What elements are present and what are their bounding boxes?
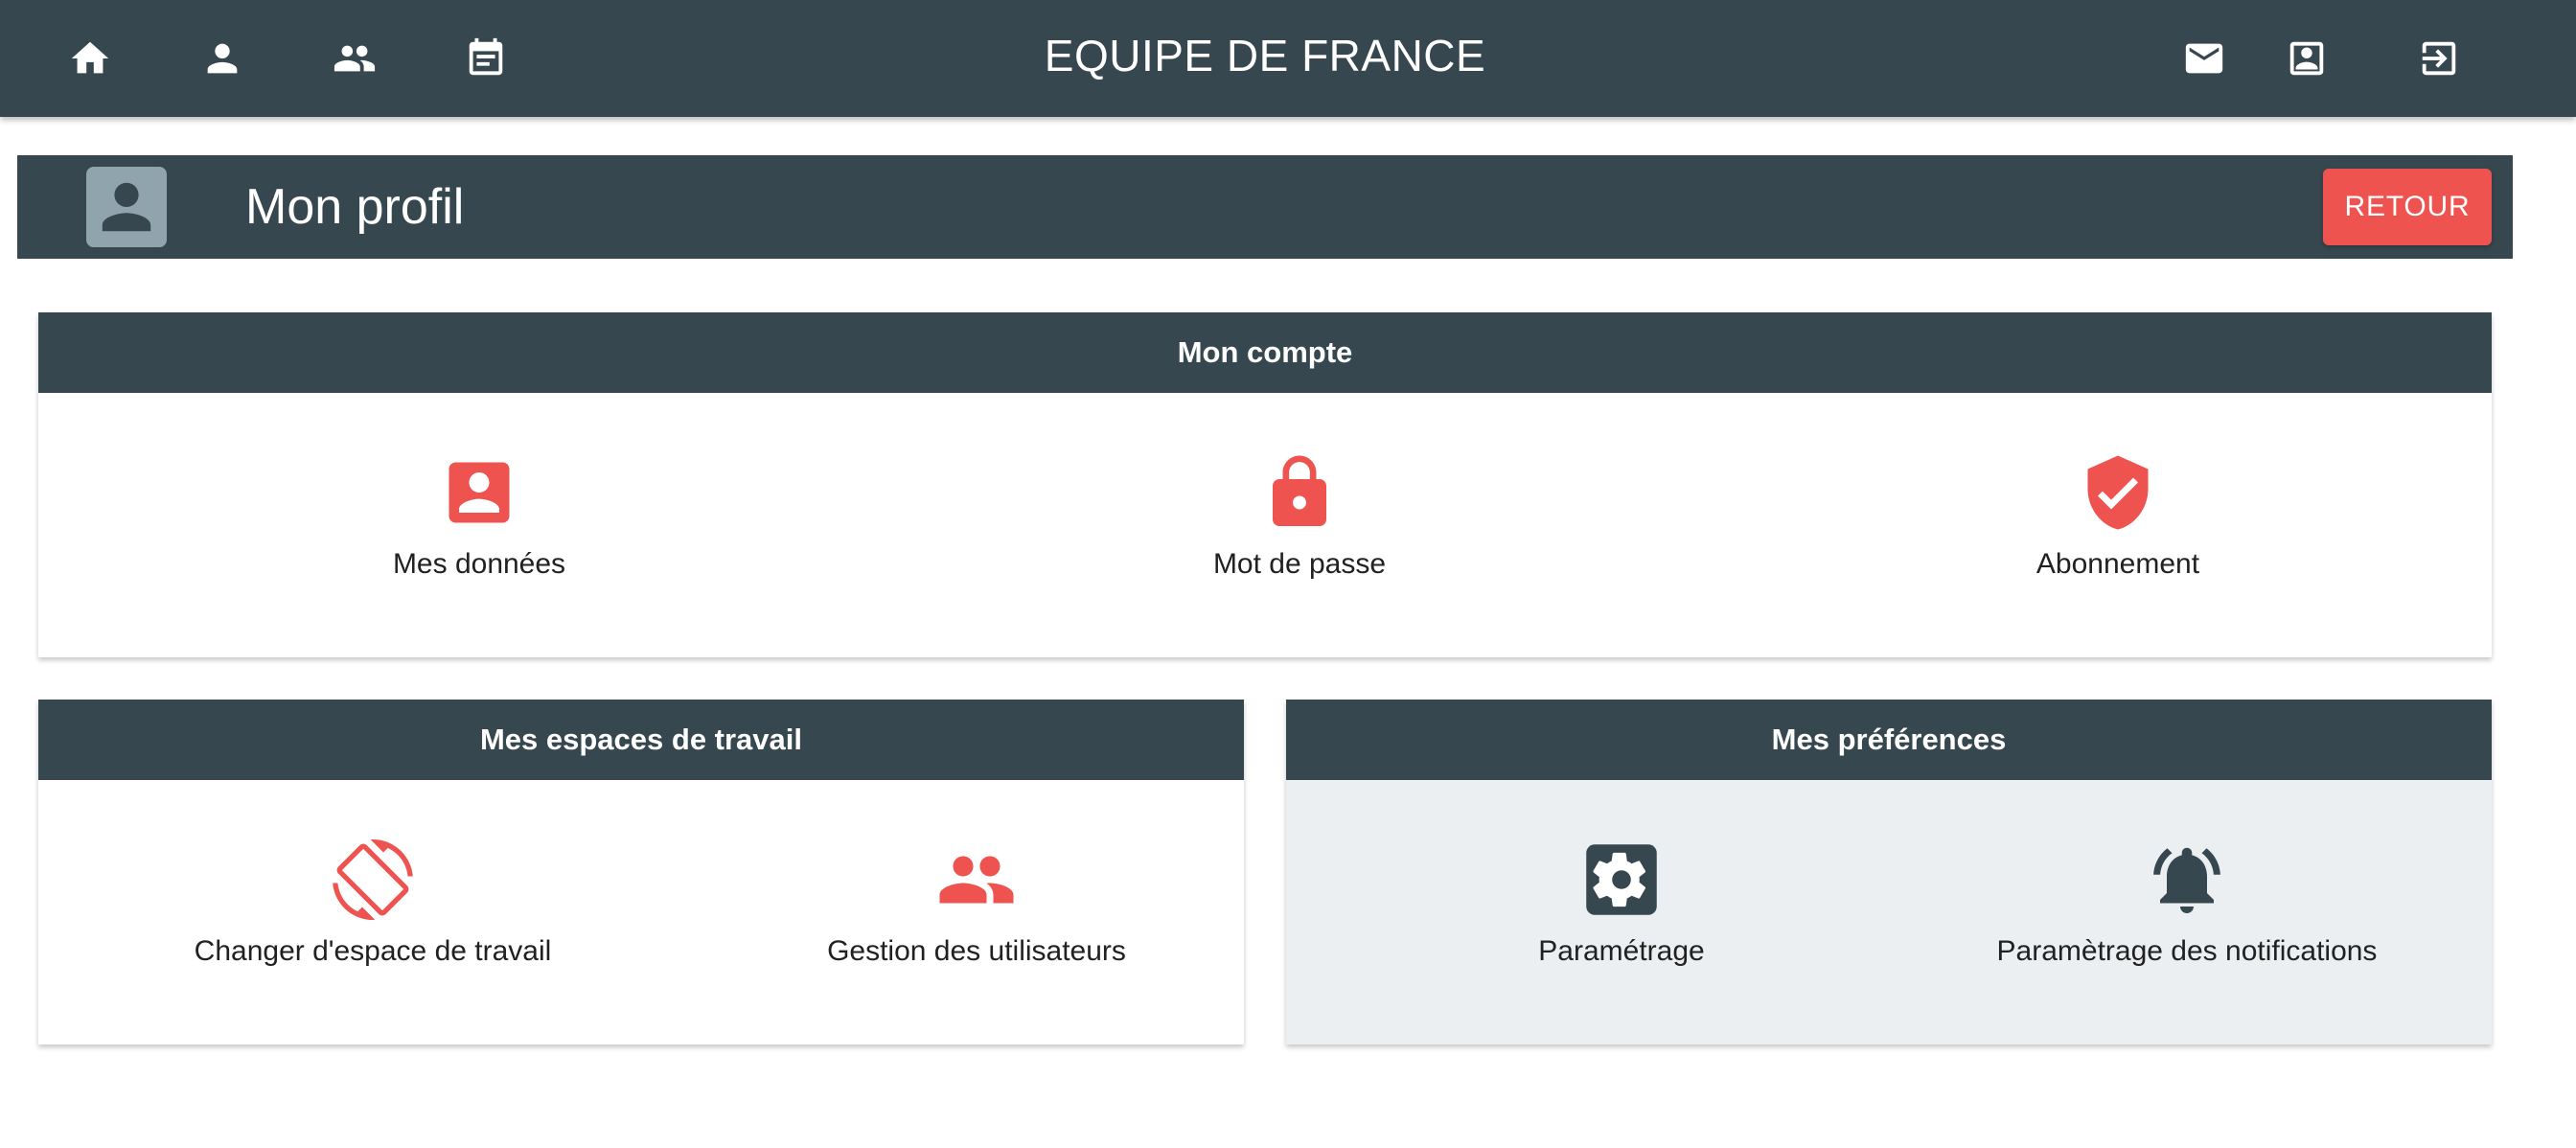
- tile-label: Abonnement: [2036, 548, 2200, 580]
- tile-label: Paramètrage des notifications: [1996, 935, 2378, 967]
- tile-user-management[interactable]: Gestion des utilisateurs: [747, 780, 1207, 968]
- settings-icon: [1581, 839, 1662, 920]
- bell-ringing-icon: [2147, 839, 2227, 920]
- tile-change-workspace[interactable]: Changer d'espace de travail: [143, 780, 603, 968]
- avatar: [86, 167, 167, 247]
- tile-label: Gestion des utilisateurs: [827, 935, 1126, 967]
- workspaces-card: Mes espaces de travail Changer d'espace …: [38, 700, 1244, 1045]
- preferences-card-header: Mes préférences: [1286, 700, 2492, 780]
- workspaces-card-body: Changer d'espace de travail Gestion des …: [38, 780, 1244, 1045]
- account-box-icon: [86, 167, 167, 247]
- tile-label: Mot de passe: [1212, 548, 1387, 580]
- back-button[interactable]: RETOUR: [2323, 169, 2492, 245]
- tile-my-data[interactable]: Mes données: [326, 393, 632, 581]
- tile-label: Changer d'espace de travail: [194, 935, 552, 967]
- logout-icon[interactable]: [2409, 29, 2469, 88]
- contact-icon[interactable]: [2277, 29, 2336, 88]
- account-card: Mon compte Mes données Mot de passe Abon…: [38, 312, 2492, 657]
- account-box-icon: [439, 452, 519, 533]
- top-app-bar: EQUIPE DE FRANCE: [0, 0, 2576, 117]
- tile-settings[interactable]: Paramétrage: [1430, 780, 1813, 968]
- tile-password[interactable]: Mot de passe: [1146, 393, 1453, 581]
- tile-label: Mes données: [392, 548, 566, 580]
- verified-shield-icon: [2078, 452, 2158, 533]
- tile-subscription[interactable]: Abonnement: [1965, 393, 2271, 581]
- preferences-card-body: Paramétrage Paramètrage des notification…: [1286, 780, 2492, 1045]
- account-card-header: Mon compte: [38, 312, 2492, 393]
- page-header: Mon profil RETOUR: [17, 155, 2513, 259]
- mail-icon[interactable]: [2174, 29, 2234, 88]
- page-title: Mon profil: [245, 179, 465, 235]
- tile-notification-settings[interactable]: Paramètrage des notifications: [1957, 780, 2417, 968]
- people-icon: [936, 839, 1017, 920]
- lock-icon: [1259, 452, 1340, 533]
- preferences-card: Mes préférences Paramétrage Paramètrage …: [1286, 700, 2492, 1045]
- account-card-body: Mes données Mot de passe Abonnement: [38, 393, 2492, 657]
- tile-label: Paramétrage: [1538, 935, 1705, 967]
- workspaces-card-header: Mes espaces de travail: [38, 700, 1244, 780]
- rotate-icon: [333, 839, 413, 920]
- app-title: EQUIPE DE FRANCE: [1044, 31, 1486, 80]
